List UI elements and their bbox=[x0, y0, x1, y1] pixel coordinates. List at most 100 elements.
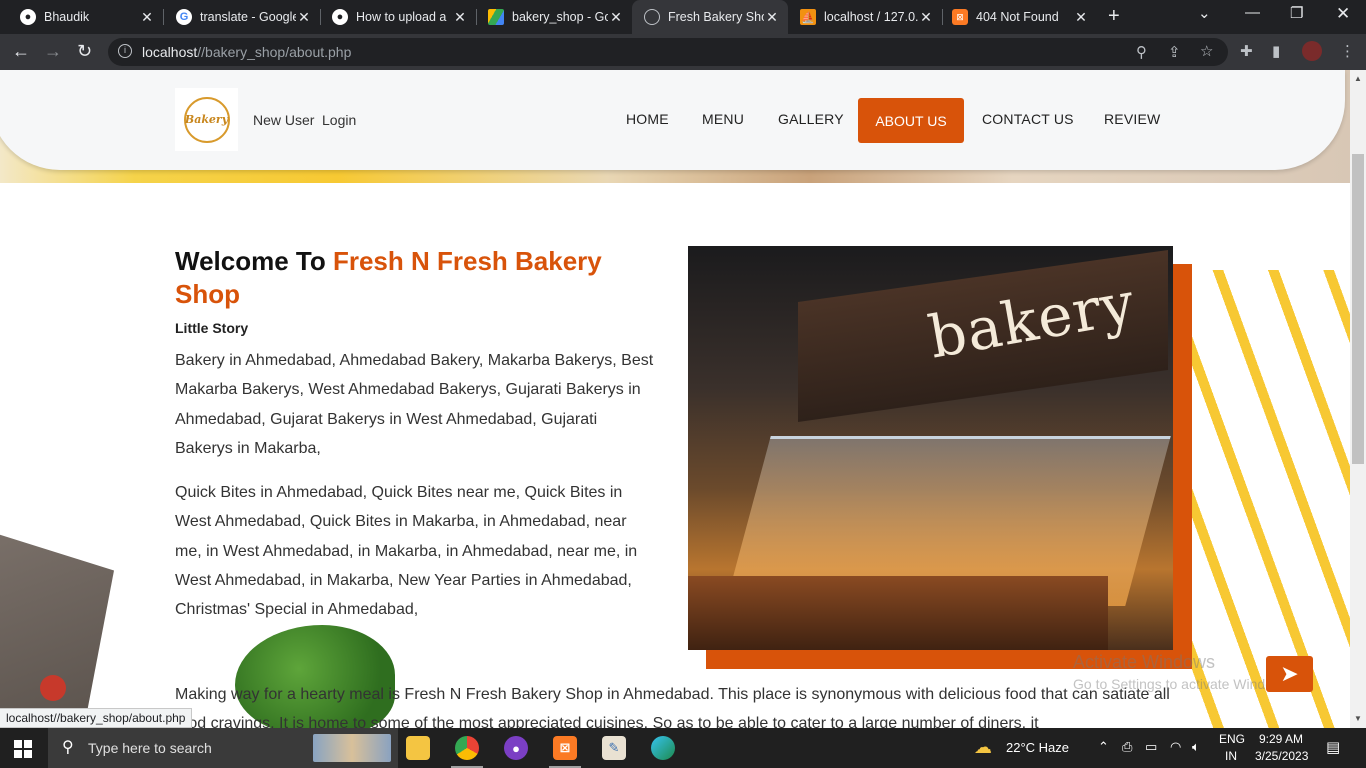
tomato-decoration-image bbox=[40, 675, 66, 701]
close-icon[interactable]: ✕ bbox=[296, 9, 312, 26]
zoom-icon[interactable]: ⚲ bbox=[1136, 43, 1147, 61]
show-hidden-icons[interactable]: ⌃ bbox=[1098, 739, 1109, 755]
search-placeholder: Type here to search bbox=[88, 740, 212, 756]
nav-gallery[interactable]: GALLERY bbox=[778, 111, 844, 127]
taskbar-github-desktop[interactable]: ● bbox=[492, 728, 540, 768]
tab-404[interactable]: ⊠ 404 Not Found ✕ bbox=[932, 0, 1097, 34]
xampp-icon: ⊠ bbox=[553, 736, 577, 760]
tab-title: translate - Google bbox=[200, 10, 296, 24]
menu-kebab-icon[interactable]: ⋮ bbox=[1340, 42, 1355, 60]
about-paragraph-1: Bakery in Ahmedabad, Ahmedabad Bakery, M… bbox=[175, 352, 654, 457]
minimize-button[interactable]: — bbox=[1245, 4, 1260, 21]
address-bar[interactable]: i localhost//bakery_shop/about.php ⚲ ⇪ ☆ bbox=[108, 38, 1228, 66]
paper-plane-icon: ➤ bbox=[1280, 661, 1299, 686]
site-logo[interactable]: Bakery bbox=[175, 88, 238, 151]
bookmark-star-icon[interactable]: ☆ bbox=[1200, 42, 1213, 60]
restore-button[interactable]: ❐ bbox=[1290, 4, 1303, 22]
tab-title: bakery_shop - Go bbox=[512, 10, 608, 24]
activate-windows-watermark: Activate Windows bbox=[1073, 652, 1216, 672]
battery-icon[interactable]: ▭ bbox=[1145, 739, 1157, 755]
forward-button[interactable]: → bbox=[44, 41, 62, 62]
extensions-icon[interactable]: ✚ bbox=[1240, 42, 1253, 60]
close-window-button[interactable]: ✕ bbox=[1336, 4, 1350, 24]
url-text[interactable]: localhost//bakery_shop/about.php bbox=[142, 44, 351, 60]
send-message-button[interactable]: ➤ bbox=[1266, 656, 1313, 692]
taskbar-paint[interactable]: ✎ bbox=[590, 728, 638, 768]
search-icon: ⚲ bbox=[62, 739, 74, 756]
site-header: Bakery New User Login HOME MENU GALLERY … bbox=[0, 70, 1345, 170]
language-code[interactable]: ENG bbox=[1219, 732, 1245, 746]
logo-badge: Bakery bbox=[183, 96, 230, 143]
github-desktop-icon: ● bbox=[504, 736, 528, 760]
file-explorer-icon bbox=[406, 736, 430, 760]
bakery-storefront-image: bakery bbox=[688, 246, 1173, 650]
login-link[interactable]: Login bbox=[322, 112, 356, 128]
nav-contact-us[interactable]: CONTACT US bbox=[982, 111, 1074, 127]
nav-review[interactable]: REVIEW bbox=[1104, 111, 1160, 127]
about-paragraph-3: Making way for a hearty meal is Fresh N … bbox=[175, 686, 1170, 728]
windows-taskbar: ⚲ Type here to search ● ⊠ ✎ ☁ 22°C Haze … bbox=[0, 728, 1366, 768]
weather-text[interactable]: 22°C Haze bbox=[1006, 740, 1069, 755]
wifi-icon[interactable]: ◠ bbox=[1170, 739, 1181, 755]
share-icon[interactable]: ⇪ bbox=[1168, 43, 1181, 61]
taskbar-edge[interactable] bbox=[639, 728, 687, 768]
close-icon[interactable]: ✕ bbox=[1073, 9, 1089, 26]
about-heading: Welcome To Fresh N Fresh Bakery Shop bbox=[175, 246, 602, 309]
usb-icon[interactable]: ⎙ bbox=[1122, 739, 1132, 755]
tab-bhaudik[interactable]: ● Bhaudik ✕ bbox=[0, 0, 163, 34]
side-panel-icon[interactable]: ▮ bbox=[1272, 42, 1280, 60]
github-icon: ● bbox=[332, 9, 348, 25]
nav-home[interactable]: HOME bbox=[626, 111, 669, 127]
browser-toolbar: ← → ↻ i localhost//bakery_shop/about.php… bbox=[0, 34, 1366, 70]
close-icon[interactable]: ✕ bbox=[608, 9, 624, 26]
nav-about-us[interactable]: ABOUT US bbox=[858, 98, 964, 143]
tab-fresh-bakery[interactable]: Fresh Bakery Sho ✕ bbox=[632, 0, 788, 34]
region-code[interactable]: IN bbox=[1225, 749, 1237, 763]
tab-translate[interactable]: G translate - Google ✕ bbox=[156, 0, 320, 34]
scroll-down-icon[interactable]: ▼ bbox=[1354, 714, 1362, 723]
nav-menu[interactable]: MENU bbox=[702, 111, 744, 127]
tab-title: 404 Not Found bbox=[976, 10, 1059, 24]
github-icon: ● bbox=[20, 9, 36, 25]
about-subtitle: Little Story bbox=[175, 320, 249, 336]
back-button[interactable]: ← bbox=[12, 41, 30, 62]
notifications-icon[interactable]: ▤ bbox=[1326, 738, 1340, 756]
tab-title: localhost / 127.0. bbox=[824, 10, 918, 24]
new-tab-button[interactable]: + bbox=[1108, 5, 1120, 28]
google-icon: G bbox=[176, 9, 192, 25]
scrollbar-thumb[interactable] bbox=[1352, 154, 1364, 464]
page-scrollbar[interactable]: ▲ ▼ bbox=[1350, 70, 1366, 728]
web-page: Bakery New User Login HOME MENU GALLERY … bbox=[0, 70, 1350, 728]
chrome-icon bbox=[455, 736, 479, 760]
site-info-icon[interactable]: i bbox=[118, 44, 132, 58]
tab-search-icon[interactable]: ⌄ bbox=[1198, 4, 1211, 22]
taskbar-xampp[interactable]: ⊠ bbox=[541, 728, 589, 768]
volume-icon[interactable]: 🔈︎ bbox=[1192, 739, 1200, 755]
phpmyadmin-icon: ⛵ bbox=[800, 9, 816, 25]
taskbar-search[interactable]: ⚲ Type here to search bbox=[48, 728, 398, 768]
close-icon[interactable]: ✕ bbox=[452, 9, 468, 26]
browser-tab-strip: ● Bhaudik ✕ G translate - Google ✕ ● How… bbox=[0, 0, 1366, 34]
scroll-up-icon[interactable]: ▲ bbox=[1354, 74, 1362, 83]
taskbar-chrome[interactable] bbox=[443, 728, 491, 768]
status-bar-url: localhost//bakery_shop/about.php bbox=[0, 708, 193, 728]
about-paragraph-2: Quick Bites in Ahmedabad, Quick Bites ne… bbox=[175, 484, 638, 619]
google-drive-icon bbox=[488, 9, 504, 25]
tab-bakery-shop-drive[interactable]: bakery_shop - Go ✕ bbox=[468, 0, 632, 34]
start-button[interactable] bbox=[14, 740, 32, 758]
profile-avatar[interactable] bbox=[1302, 41, 1322, 61]
taskbar-file-explorer[interactable] bbox=[394, 728, 442, 768]
reload-button[interactable]: ↻ bbox=[77, 41, 92, 62]
tab-title: Bhaudik bbox=[44, 10, 90, 24]
tab-phpmyadmin[interactable]: ⛵ localhost / 127.0. ✕ bbox=[780, 0, 942, 34]
paint-icon: ✎ bbox=[602, 736, 626, 760]
tab-how-to-upload[interactable]: ● How to upload a ✕ bbox=[312, 0, 476, 34]
new-user-link[interactable]: New User bbox=[253, 112, 314, 128]
clock-time[interactable]: 9:29 AM bbox=[1259, 732, 1303, 746]
close-icon[interactable]: ✕ bbox=[764, 9, 780, 26]
tab-title: Fresh Bakery Sho bbox=[668, 10, 764, 24]
clock-date[interactable]: 3/25/2023 bbox=[1255, 749, 1308, 763]
weather-icon[interactable]: ☁ bbox=[974, 737, 992, 758]
close-icon[interactable]: ✕ bbox=[139, 9, 155, 26]
search-highlight-image bbox=[313, 734, 391, 762]
